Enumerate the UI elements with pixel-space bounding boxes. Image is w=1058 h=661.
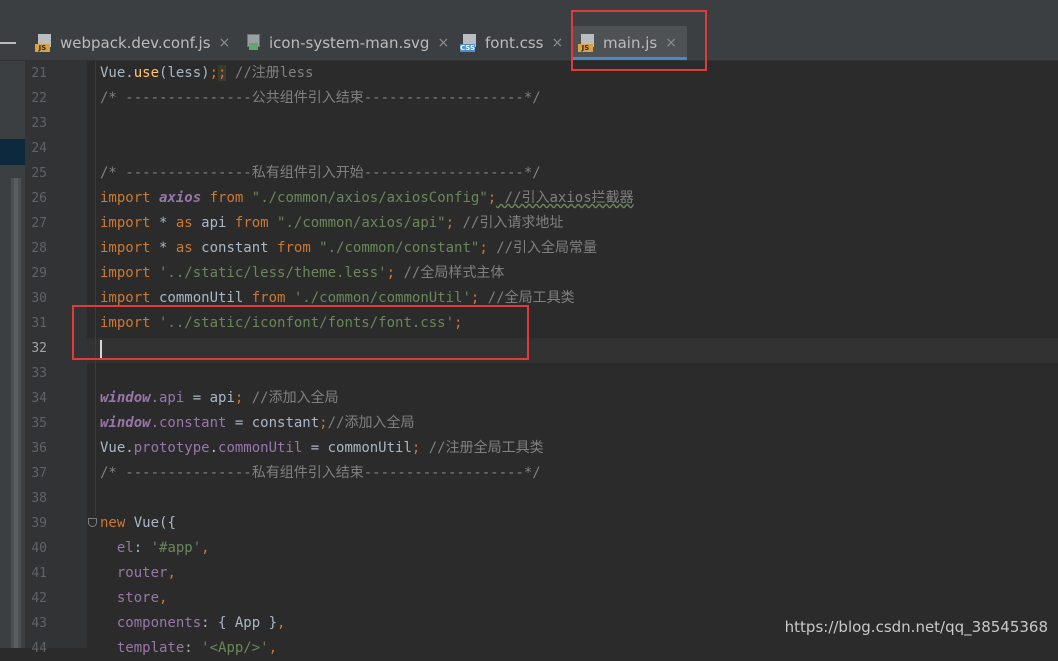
line-number: 42 xyxy=(31,591,47,606)
code-line-25: /* ---------------私有组件引入开始--------------… xyxy=(100,165,541,181)
line-number: 36 xyxy=(31,441,47,456)
svg-file-icon xyxy=(244,34,262,52)
line-number: 23 xyxy=(31,116,47,131)
close-icon[interactable]: × xyxy=(437,35,449,51)
line-number: 21 xyxy=(31,66,47,81)
code-line-26: import axios from "./common/axios/axiosC… xyxy=(100,190,634,206)
line-number: 29 xyxy=(31,266,47,281)
line-number: 32 xyxy=(31,341,47,356)
js-file-icon: JS xyxy=(35,34,53,52)
code-line-39: new Vue({ xyxy=(100,515,176,531)
code-line-42: store, xyxy=(100,590,168,606)
watermark: https://blog.csdn.net/qq_38545368 xyxy=(784,618,1048,636)
tab-label: icon-system-man.svg xyxy=(269,34,430,52)
code-line-40: el: '#app', xyxy=(100,540,210,556)
code-line-35: window.constant = constant;//添加入全局 xyxy=(100,415,415,431)
line-number: 28 xyxy=(31,241,47,256)
code-line-41: router, xyxy=(100,565,176,581)
code-line-28: import * as constant from "./common/cons… xyxy=(100,240,598,256)
tab-icon-system-man[interactable]: icon-system-man.svg × xyxy=(244,26,449,60)
project-scrollbar-thumb[interactable] xyxy=(14,178,18,648)
tab-label: font.css xyxy=(485,34,544,52)
line-number: 31 xyxy=(31,316,47,331)
code-line-34: window.api = api; //添加入全局 xyxy=(100,390,339,406)
line-number: 34 xyxy=(31,391,47,406)
code-line-22: /* ---------------公共组件引入结束--------------… xyxy=(100,90,541,106)
line-number: 27 xyxy=(31,216,47,231)
collapse-icon[interactable] xyxy=(0,42,16,44)
tab-label: webpack.dev.conf.js xyxy=(60,34,211,52)
code-line-44: template: '<App/>', xyxy=(100,640,278,656)
line-number: 41 xyxy=(31,566,47,581)
close-icon[interactable]: × xyxy=(219,35,231,51)
line-number: 25 xyxy=(31,166,47,181)
line-number: 40 xyxy=(31,541,47,556)
tab-webpack-dev-conf[interactable]: JS webpack.dev.conf.js × xyxy=(35,26,230,60)
css-file-icon: CSS xyxy=(460,34,478,52)
highlight-box-import xyxy=(72,305,529,360)
fold-icon[interactable] xyxy=(88,518,97,527)
code-line-29: import '../static/less/theme.less'; //全局… xyxy=(100,265,505,281)
line-number: 30 xyxy=(31,291,47,306)
code-line-21: Vue.use(less);; //注册less xyxy=(100,65,314,81)
code-line-36: Vue.prototype.commonUtil = commonUtil; /… xyxy=(100,440,544,456)
code-line-43: components: { App }, xyxy=(100,615,286,631)
indent-guide xyxy=(95,61,96,516)
tool-window-selection[interactable] xyxy=(0,139,25,165)
line-number: 38 xyxy=(31,491,47,506)
line-number: 44 xyxy=(31,641,47,656)
line-number: 33 xyxy=(31,366,47,381)
line-number: 24 xyxy=(31,141,47,156)
line-number: 43 xyxy=(31,616,47,631)
editor-tab-bar: JS webpack.dev.conf.js × icon-system-man… xyxy=(0,26,1058,61)
title-bar xyxy=(0,0,1058,26)
line-number: 35 xyxy=(31,416,47,431)
code-line-37: /* ---------------私有组件引入结束--------------… xyxy=(100,465,541,481)
close-icon[interactable]: × xyxy=(552,35,564,51)
code-line-27: import * as api from "./common/axios/api… xyxy=(100,215,564,231)
line-number: 37 xyxy=(31,466,47,481)
highlight-box-tab xyxy=(571,10,707,71)
line-number: 26 xyxy=(31,191,47,206)
line-number: 22 xyxy=(31,91,47,106)
tab-font-css[interactable]: CSS font.css × xyxy=(460,26,563,60)
line-number: 39 xyxy=(31,516,47,531)
